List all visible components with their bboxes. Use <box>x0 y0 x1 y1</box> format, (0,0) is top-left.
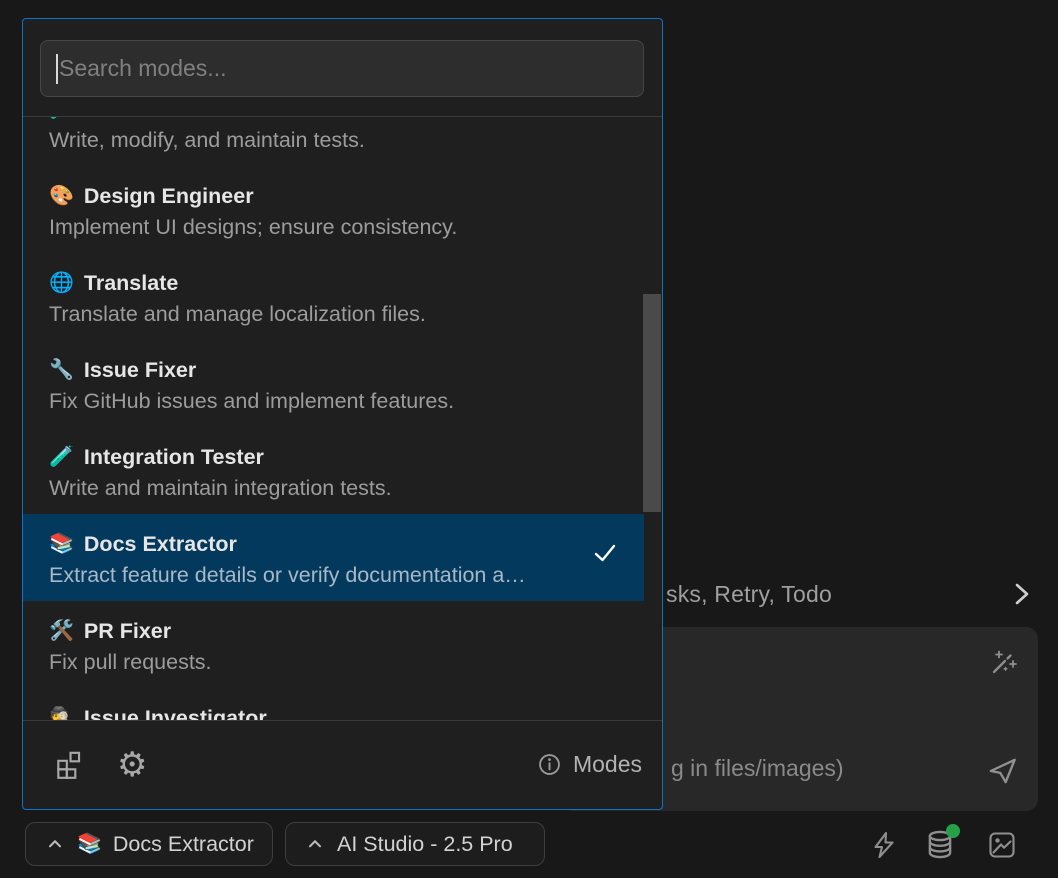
model-selector-button[interactable]: AI Studio - 2.5 Pro <box>285 822 545 866</box>
mode-title: 🌐 Translate <box>49 270 624 296</box>
mode-item-translate[interactable]: 🌐 Translate Translate and manage localiz… <box>23 253 644 340</box>
mode-description: Write and maintain integration tests. <box>49 476 624 501</box>
gear-icon[interactable]: ⚙ <box>117 748 153 782</box>
mode-description: Fix pull requests. <box>49 650 624 675</box>
task-header-text: sks, Retry, Todo <box>666 581 832 608</box>
wrench-emoji-icon: 🔧 <box>49 360 74 380</box>
mode-item-pr-fixer[interactable]: 🛠️ PR Fixer Fix pull requests. <box>23 601 644 688</box>
test-tube-emoji-icon: 🧪 <box>49 117 74 119</box>
mode-selector-popover: 🧪 Write, modify, and maintain tests. 🎨 D… <box>22 18 663 810</box>
mode-title: 🛠️ PR Fixer <box>49 618 624 644</box>
mode-description: Write, modify, and maintain tests. <box>49 128 624 153</box>
mode-item-issue-investigator[interactable]: 🕵️ Issue Investigator <box>23 688 644 720</box>
mode-item-design-engineer[interactable]: 🎨 Design Engineer Implement UI designs; … <box>23 166 644 253</box>
current-mode-label: Docs Extractor <box>113 832 254 857</box>
mode-title-text: PR Fixer <box>84 619 171 644</box>
chevron-up-icon <box>304 833 326 855</box>
mode-title-text: Issue Fixer <box>84 358 196 383</box>
mode-title: 🧪 <box>49 117 624 122</box>
mode-title: 🕵️ Issue Investigator <box>49 705 624 720</box>
info-icon[interactable] <box>536 751 563 778</box>
task-header: sks, Retry, Todo <box>666 581 832 608</box>
palette-emoji-icon: 🎨 <box>49 186 74 206</box>
status-dot-green <box>946 824 960 838</box>
books-emoji-icon: 📚 <box>49 534 74 554</box>
mode-popover-footer: ⚙ Modes <box>23 720 662 808</box>
modes-info-group: Modes <box>536 721 642 808</box>
mode-description: Extract feature details or verify docume… <box>49 563 624 588</box>
mode-title-text: Integration Tester <box>84 445 264 470</box>
mode-title: 🧪 Integration Tester <box>49 444 624 470</box>
check-icon <box>592 540 618 566</box>
test-tube-emoji-icon: 🧪 <box>49 447 74 467</box>
search-box <box>40 40 644 97</box>
image-icon[interactable] <box>986 829 1018 861</box>
mode-title: 🔧 Issue Fixer <box>49 357 624 383</box>
mode-description: Implement UI designs; ensure consistency… <box>49 215 624 240</box>
modes-label: Modes <box>573 751 642 778</box>
current-model-label: AI Studio - 2.5 Pro <box>337 832 513 857</box>
mode-item-issue-fixer[interactable]: 🔧 Issue Fixer Fix GitHub issues and impl… <box>23 340 644 427</box>
books-emoji-icon: 📚 <box>77 834 102 854</box>
globe-emoji-icon: 🌐 <box>49 273 74 293</box>
enhance-prompt-wand-icon[interactable] <box>986 648 1018 680</box>
send-icon[interactable] <box>986 754 1020 788</box>
mode-description: Fix GitHub issues and implement features… <box>49 389 624 414</box>
mode-title: 📚 Docs Extractor <box>49 531 624 557</box>
mode-item-docs-extractor-selected[interactable]: 📚 Docs Extractor Extract feature details… <box>23 514 644 601</box>
hammer-wrench-emoji-icon: 🛠️ <box>49 621 74 641</box>
search-input[interactable] <box>41 41 643 96</box>
text-caret <box>56 54 58 84</box>
mode-title: 🎨 Design Engineer <box>49 183 624 209</box>
lightning-icon[interactable] <box>868 829 900 861</box>
app-root: sks, Retry, Todo g in files/images) <box>0 0 1058 878</box>
chevron-up-icon <box>44 833 66 855</box>
chat-input-placeholder: g in files/images) <box>671 755 844 782</box>
marketplace-icon[interactable] <box>53 748 87 782</box>
mode-title-text: Issue Investigator <box>84 706 267 721</box>
scrollbar-thumb[interactable] <box>643 294 661 512</box>
mode-title-text: Translate <box>84 271 178 296</box>
chevron-right-icon[interactable] <box>1006 579 1036 609</box>
mode-description: Translate and manage localization files. <box>49 302 624 327</box>
database-icon[interactable] <box>922 827 958 863</box>
detective-emoji-icon: 🕵️ <box>49 708 74 720</box>
mode-item-partial[interactable]: 🧪 Write, modify, and maintain tests. <box>23 117 644 166</box>
mode-item-integration-tester[interactable]: 🧪 Integration Tester Write and maintain … <box>23 427 644 514</box>
mode-title-text: Design Engineer <box>84 184 254 209</box>
mode-list: 🧪 Write, modify, and maintain tests. 🎨 D… <box>23 117 662 720</box>
mode-title-text: Docs Extractor <box>84 532 237 557</box>
mode-selector-button[interactable]: 📚 Docs Extractor <box>25 822 273 866</box>
